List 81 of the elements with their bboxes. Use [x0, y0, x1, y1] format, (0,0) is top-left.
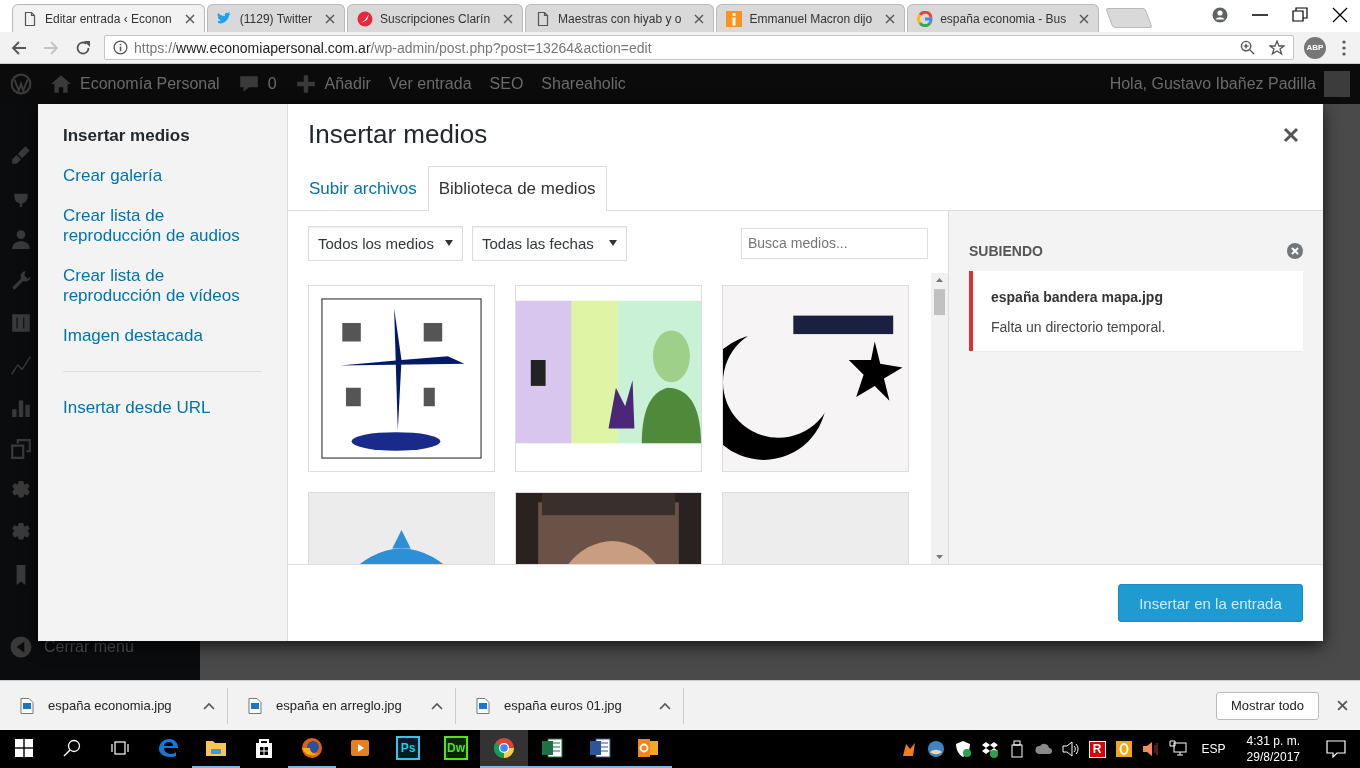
speaker-icon[interactable] [1061, 740, 1080, 758]
browser-tab[interactable]: Suscripciones Clarín [347, 4, 524, 32]
document-icon [588, 736, 612, 760]
network-icon[interactable] [1168, 740, 1187, 758]
menu-item[interactable]: Insertar desde URL [63, 398, 211, 418]
round-logo-icon [357, 10, 373, 27]
page-icon [22, 10, 38, 27]
account-link[interactable]: Hola, Gustavo Ibañez Padilla [1109, 75, 1316, 93]
menu-link[interactable]: Añadir [324, 75, 371, 93]
image-file-icon [248, 697, 262, 714]
menu-link[interactable]: Ver entrada [388, 75, 472, 93]
comment-count[interactable]: 0 [267, 75, 277, 93]
download-item[interactable]: españa euros 01.jpg [456, 687, 684, 724]
chrome-icon [492, 736, 516, 760]
error-message: Falta un directorio temporal. [991, 319, 1167, 335]
menu-item[interactable]: Insertar medios [63, 126, 190, 146]
clock[interactable]: 4:31 p. m. 29/8/2017 [1246, 733, 1300, 765]
spreadsheet-icon [540, 736, 564, 760]
speaker-icon[interactable] [1141, 740, 1160, 758]
search-field[interactable]: Busca medios... [741, 227, 928, 259]
download-item[interactable]: españa en arreglo.jpg [228, 687, 456, 724]
browser-tab[interactable]: Maestras con hiyab y o [525, 4, 715, 32]
menu-icon[interactable] [1342, 39, 1346, 56]
ring-icon [917, 10, 934, 27]
address-bar[interactable]: https://www.economiapersonal.com.ar/wp-admin/post.php?post=13264&action=edit [104, 35, 1294, 60]
browser-tab[interactable]: (1129) Twitter [206, 4, 345, 32]
site-link[interactable]: Economía Personal [80, 75, 220, 93]
photoshop-icon: Ps [396, 736, 420, 760]
profile-icon[interactable] [1212, 7, 1228, 23]
sliders-icon[interactable] [10, 312, 32, 334]
extension-button[interactable]: ABP [1304, 36, 1326, 59]
search-icon[interactable] [63, 739, 81, 757]
star-icon[interactable] [1269, 39, 1285, 56]
language-indicator[interactable]: ESP [1201, 742, 1226, 756]
caret-icon [609, 240, 617, 246]
section-heading: SUBIENDO [969, 243, 1043, 259]
caret-icon [445, 240, 453, 246]
download-item[interactable]: españa economia.jpg [0, 687, 228, 724]
close-icon[interactable] [1337, 700, 1348, 711]
filter-dropdown[interactable]: Todos los medios [308, 225, 463, 261]
browser-tab[interactable]: Editar entrada ‹ Econon [12, 4, 205, 32]
close-icon[interactable] [1283, 126, 1299, 143]
image-file-icon [476, 697, 490, 714]
tab[interactable]: Biblioteca de medios [427, 166, 607, 211]
app-badge[interactable]: R [1088, 740, 1106, 758]
mail-app-icon [636, 736, 660, 760]
info-icon[interactable] [113, 40, 128, 55]
menu-item[interactable]: Crear galería [63, 166, 163, 186]
menu-item[interactable]: Crear lista de reproducción de vídeos [63, 266, 261, 306]
shield-icon[interactable] [953, 740, 972, 758]
show-all-button[interactable]: Mostrar todo [1216, 691, 1319, 720]
square-app-icon[interactable] [1114, 740, 1133, 758]
browser-tab[interactable]: Emmanuel Macron dijo [716, 4, 906, 32]
menu-item[interactable]: Crear lista de reproducción de audios [63, 206, 261, 246]
chevron-up-icon[interactable] [659, 701, 671, 710]
edge-icon [156, 736, 180, 760]
chevron-up-icon[interactable] [203, 701, 215, 710]
tab[interactable]: Subir archivos [298, 166, 428, 211]
reload-icon[interactable] [75, 39, 91, 56]
image-file-icon [20, 697, 34, 714]
modal-title: Insertar medios [308, 119, 488, 150]
restore-icon[interactable] [1292, 7, 1308, 23]
menu-item[interactable]: Imagen destacada [63, 326, 203, 346]
windows-icon[interactable] [15, 739, 33, 757]
close-icon[interactable] [1332, 7, 1348, 23]
back-icon[interactable] [11, 39, 27, 56]
notification-icon[interactable] [1326, 740, 1346, 758]
menu-link[interactable]: Shareaholic [541, 75, 626, 93]
menu-link[interactable]: SEO [489, 75, 524, 93]
filter-dropdown[interactable]: Todas las fechas [472, 225, 627, 261]
firefox-icon [300, 736, 324, 760]
browser-tab[interactable]: españa economia - Bus [907, 4, 1100, 32]
close-icon[interactable] [184, 13, 195, 24]
task-view-icon[interactable] [111, 739, 129, 757]
globe-icon[interactable] [926, 740, 945, 758]
file-name: españa bandera mapa.jpg [991, 289, 1164, 305]
zoom-in-icon[interactable] [1240, 40, 1255, 55]
info-icon [726, 10, 743, 27]
box-icon[interactable] [980, 740, 999, 758]
dreamweaver-icon: Dw [444, 736, 468, 760]
chevron-up-icon[interactable] [431, 701, 443, 710]
